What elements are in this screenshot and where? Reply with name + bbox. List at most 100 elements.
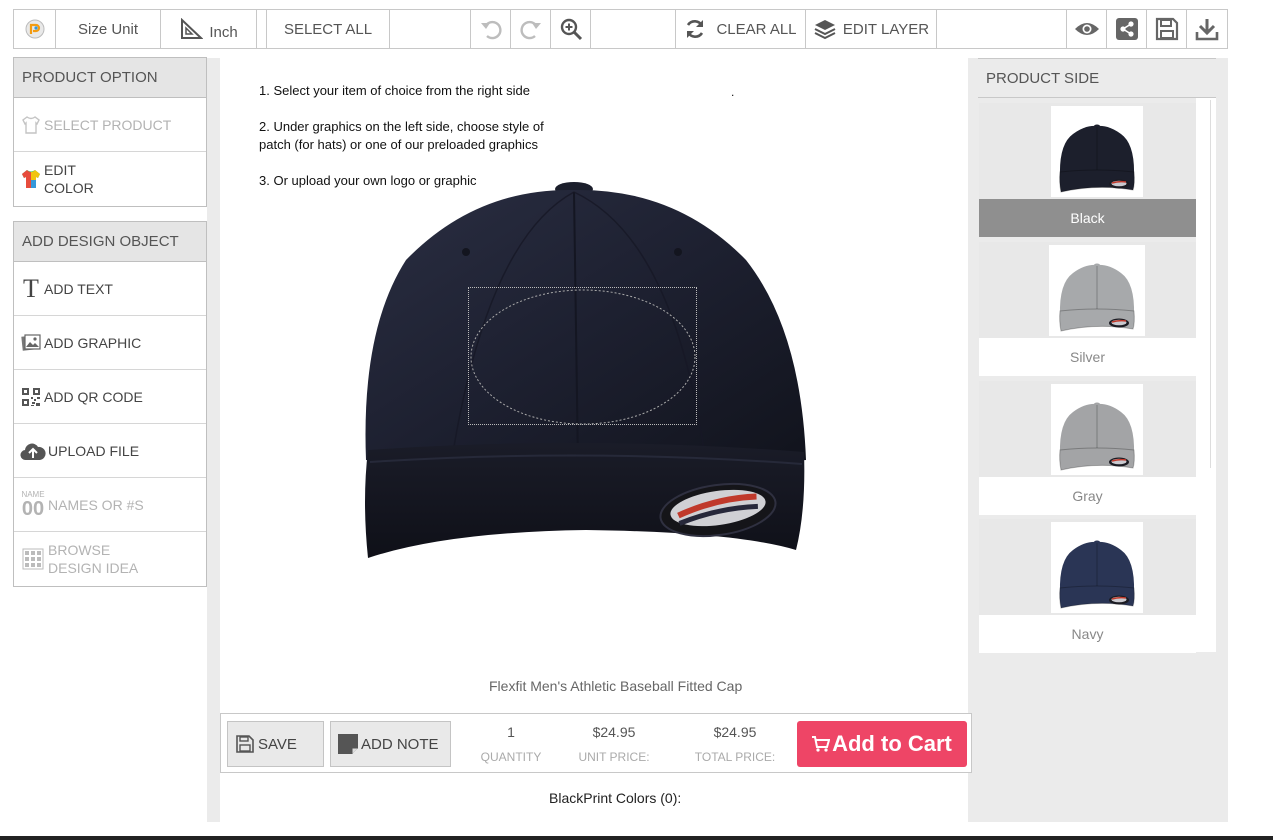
- design-area-boundary[interactable]: [468, 287, 697, 425]
- edit-color-line2: COLOR: [44, 180, 94, 196]
- product-side-header: PRODUCT SIDE: [978, 58, 1216, 98]
- quantity-value[interactable]: 1: [471, 724, 551, 740]
- side-thumb-frame: [979, 381, 1196, 477]
- add-text-label: ADD TEXT: [44, 280, 113, 297]
- add-to-cart-label: Add to Cart: [832, 731, 952, 756]
- unit-price-label: UNIT PRICE:: [578, 750, 650, 764]
- share-button[interactable]: [1107, 10, 1147, 48]
- side-thumb-frame: [979, 103, 1196, 199]
- browse-design-idea-button[interactable]: BROWSE DESIGN IDEA: [14, 532, 206, 586]
- side-item-silver[interactable]: Silver: [979, 242, 1196, 377]
- add-graphic-button[interactable]: ADD GRAPHIC: [14, 316, 206, 370]
- names-numbers-button[interactable]: NAME 00 NAMES OR #S: [14, 478, 206, 532]
- add-qr-code-label: ADD QR CODE: [44, 388, 143, 405]
- product-option-title: PRODUCT OPTION: [22, 69, 158, 86]
- unit-value: Inch: [209, 23, 238, 41]
- side-label-gray: Gray: [979, 477, 1196, 515]
- text-icon: T: [23, 273, 39, 303]
- design-object-title: ADD DESIGN OBJECT: [22, 233, 179, 250]
- add-qr-code-button[interactable]: ADD QR CODE: [14, 370, 206, 424]
- refresh-icon: [687, 20, 704, 38]
- unit-price-value: $24.95: [592, 724, 636, 740]
- clear-all-button[interactable]: CLEAR ALL: [676, 10, 806, 48]
- upload-file-label: UPLOAD FILE: [48, 442, 140, 459]
- size-unit-label: Size Unit: [56, 10, 161, 48]
- side-list-scroll-thumb[interactable]: [1200, 100, 1211, 468]
- cap-thumbnail: [1059, 124, 1135, 193]
- edit-color-button[interactable]: EDIT COLOR: [14, 152, 206, 206]
- color-shirt-icon: [20, 167, 42, 191]
- select-all-button[interactable]: SELECT ALL: [267, 10, 390, 48]
- product-option-header: PRODUCT OPTION: [14, 58, 206, 98]
- layers-icon: [814, 20, 836, 40]
- preview-button[interactable]: [1067, 10, 1107, 48]
- eye-icon: [1074, 23, 1099, 35]
- select-product-button[interactable]: SELECT PRODUCT: [14, 98, 206, 152]
- save-button[interactable]: SAVE: [227, 721, 324, 767]
- side-thumb-gray: [1051, 384, 1143, 475]
- side-item-gray[interactable]: Gray: [979, 381, 1196, 516]
- side-thumb-navy: [1051, 522, 1143, 613]
- cap-thumbnail: [1059, 402, 1135, 471]
- toolbar-divider: [257, 10, 267, 48]
- select-all-label: SELECT ALL: [283, 20, 373, 38]
- side-thumb-black: [1051, 106, 1143, 197]
- quantity-field[interactable]: 1 QUANTITY: [471, 724, 551, 764]
- zoom-in-icon: [560, 18, 582, 41]
- browse-design-idea-label: BROWSE DESIGN IDEA: [48, 541, 138, 577]
- download-icon: [1195, 19, 1219, 41]
- blackprint-colors: BlackPrint Colors (0):: [549, 790, 682, 806]
- total-price-label: TOTAL PRICE:: [694, 750, 776, 764]
- side-thumb-frame: [979, 519, 1196, 615]
- product-option-panel: PRODUCT OPTION SELECT PRODUCT EDIT COLOR: [13, 57, 207, 207]
- window-bottom-edge: [0, 836, 1273, 840]
- design-object-header: ADD DESIGN OBJECT: [14, 222, 206, 262]
- browse-line2: DESIGN IDEA: [48, 560, 139, 576]
- note-icon: [338, 734, 358, 754]
- cloud-upload-icon: [20, 439, 46, 463]
- add-to-cart-button[interactable]: Add to Cart: [797, 721, 967, 767]
- logo-icon[interactable]: [14, 10, 56, 48]
- total-price: $24.95 TOTAL PRICE:: [687, 724, 783, 764]
- product-side-title: PRODUCT SIDE: [986, 69, 1100, 87]
- add-text-button[interactable]: T ADD TEXT: [14, 262, 206, 316]
- redo-button[interactable]: [511, 10, 551, 48]
- names-numbers-label: NAMES OR #S: [48, 496, 144, 513]
- instruction-2: 2. Under graphics on the left side, choo…: [259, 119, 544, 152]
- add-note-label: ADD NOTE: [361, 735, 439, 753]
- size-unit-text: Size Unit: [77, 20, 139, 38]
- cart-icon: [812, 736, 831, 752]
- shirt-icon: [20, 113, 42, 137]
- zoom-button[interactable]: [551, 10, 591, 48]
- unit-selector[interactable]: Inch: [161, 10, 257, 48]
- design-object-panel: ADD DESIGN OBJECT T ADD TEXT ADD GRAPHIC…: [13, 221, 207, 587]
- side-label-silver: Silver: [979, 338, 1196, 376]
- qr-code-icon: [20, 385, 42, 409]
- select-product-label: SELECT PRODUCT: [44, 116, 172, 133]
- floppy-disk-icon: [236, 735, 254, 753]
- design-area-ellipse: [470, 289, 696, 425]
- toolbar-spacer-3: [937, 10, 1067, 48]
- toolbar: Size Unit Inch SELECT ALL CLEAR ALL EDIT…: [13, 9, 1228, 49]
- side-item-navy[interactable]: Navy: [979, 519, 1196, 654]
- edit-layer-button[interactable]: EDIT LAYER: [806, 10, 937, 48]
- add-note-button[interactable]: ADD NOTE: [330, 721, 451, 767]
- save-label: SAVE: [258, 735, 297, 753]
- product-name-text: Flexfit Men's Athletic Baseball Fitted C…: [489, 678, 743, 694]
- upload-file-button[interactable]: UPLOAD FILE: [14, 424, 206, 478]
- side-item-black[interactable]: Black: [979, 103, 1196, 238]
- quantity-label: QUANTITY: [480, 750, 542, 764]
- order-bar: SAVE ADD NOTE 1 QUANTITY $24.95 UNIT PRI…: [220, 713, 972, 773]
- edit-color-line1: EDIT: [44, 162, 76, 178]
- cap-thumbnail: [1059, 540, 1135, 609]
- name-number-icon: NAME 00: [20, 490, 46, 519]
- toolbar-spacer-2: [591, 10, 676, 48]
- save-toolbar-button[interactable]: [1147, 10, 1187, 48]
- instruction-1: 1. Select your item of choice from the r…: [259, 83, 530, 98]
- download-button[interactable]: [1187, 10, 1227, 48]
- undo-button[interactable]: [471, 10, 511, 48]
- floppy-disk-icon: [1155, 17, 1178, 41]
- undo-icon: [480, 20, 502, 40]
- unit-price: $24.95 UNIT PRICE:: [571, 724, 657, 764]
- image-icon: [20, 331, 42, 355]
